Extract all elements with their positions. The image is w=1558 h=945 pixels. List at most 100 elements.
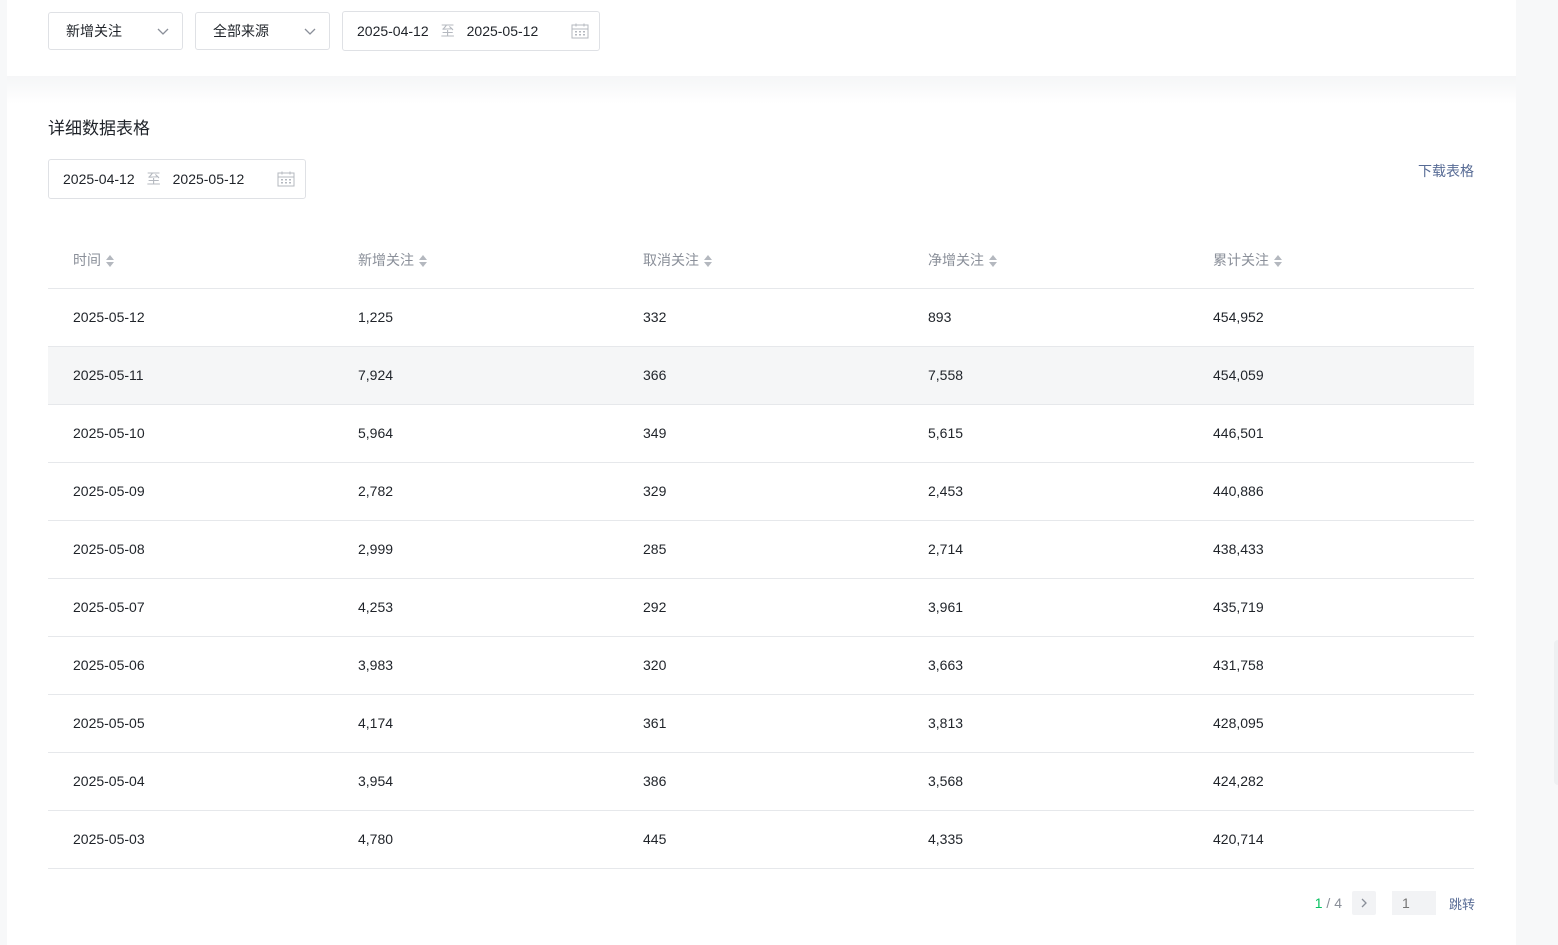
table-cell: 2,782 [333, 462, 618, 521]
table-cell: 4,335 [903, 810, 1188, 869]
table-cell: 428,095 [1188, 694, 1474, 753]
source-select[interactable]: 全部来源 [195, 12, 330, 50]
table-cell: 2025-05-05 [48, 694, 333, 753]
table-cell: 4,780 [333, 810, 618, 869]
table-row: 2025-05-11 7,924 366 7,558 454,059 [48, 346, 1474, 405]
table-cell: 5,615 [903, 404, 1188, 463]
sort-icon [106, 255, 114, 268]
column-header-label: 累计关注 [1213, 251, 1269, 268]
table-cell: 1,225 [333, 288, 618, 347]
table-cell: 420,714 [1188, 810, 1474, 869]
column-header-total-follows[interactable]: 累计关注 [1188, 232, 1474, 289]
section-title: 详细数据表格 [48, 119, 150, 138]
column-header-label: 新增关注 [358, 251, 414, 268]
table-row: 2025-05-09 2,782 329 2,453 440,886 [48, 462, 1474, 521]
table-cell: 2,453 [903, 462, 1188, 521]
table-cell: 3,813 [903, 694, 1188, 753]
table-row: 2025-05-07 4,253 292 3,961 435,719 [48, 578, 1474, 637]
table-cell: 2025-05-06 [48, 636, 333, 695]
table-cell: 3,983 [333, 636, 618, 695]
table-cell: 2,714 [903, 520, 1188, 579]
table-row: 2025-05-06 3,983 320 3,663 431,758 [48, 636, 1474, 695]
table-cell: 2,999 [333, 520, 618, 579]
table-cell: 4,253 [333, 578, 618, 637]
table-cell: 3,568 [903, 752, 1188, 811]
table-cell: 454,059 [1188, 346, 1474, 405]
sort-icon [419, 255, 427, 268]
source-select-value: 全部来源 [213, 23, 269, 39]
download-table-link[interactable]: 下载表格 [1418, 161, 1474, 181]
sort-icon [1274, 255, 1282, 268]
page-separator: / [1322, 895, 1335, 911]
table-cell: 386 [618, 752, 903, 811]
jump-button[interactable]: 跳转 [1449, 894, 1475, 913]
date-start: 2025-04-12 [63, 171, 135, 187]
table-cell: 435,719 [1188, 578, 1474, 637]
table-header-row: 时间 新增关注 取消关注 净增关注 累计关注 [48, 232, 1474, 289]
table-cell: 445 [618, 810, 903, 869]
table-cell: 5,964 [333, 404, 618, 463]
table-cell: 2025-05-03 [48, 810, 333, 869]
table-cell: 329 [618, 462, 903, 521]
table-cell: 7,924 [333, 346, 618, 405]
table-cell: 446,501 [1188, 404, 1474, 463]
date-separator: 至 [146, 171, 161, 187]
metric-select-value: 新增关注 [66, 23, 122, 39]
table-cell: 361 [618, 694, 903, 753]
column-header-label: 取消关注 [643, 251, 699, 268]
table-cell: 2025-05-09 [48, 462, 333, 521]
chevron-down-icon [157, 28, 169, 35]
table-row: 2025-05-04 3,954 386 3,568 424,282 [48, 752, 1474, 811]
table-cell: 7,558 [903, 346, 1188, 405]
table-cell: 285 [618, 520, 903, 579]
table-row: 2025-05-03 4,780 445 4,335 420,714 [48, 810, 1474, 869]
scroll-edge-tab [1554, 640, 1558, 785]
table-row: 2025-05-08 2,999 285 2,714 438,433 [48, 520, 1474, 579]
table-date-range-picker[interactable]: 2025-04-12 至 2025-05-12 [48, 159, 306, 199]
current-page: 1 [1314, 895, 1323, 911]
table-cell: 424,282 [1188, 752, 1474, 811]
date-start: 2025-04-12 [357, 23, 429, 39]
column-header-unfollows[interactable]: 取消关注 [618, 232, 903, 289]
sort-icon [704, 255, 712, 268]
table-cell: 332 [618, 288, 903, 347]
chevron-down-icon [304, 28, 316, 35]
date-end: 2025-05-12 [466, 23, 539, 39]
table-cell: 438,433 [1188, 520, 1474, 579]
table-cell: 2025-05-11 [48, 346, 333, 405]
column-header-new-follows[interactable]: 新增关注 [333, 232, 618, 289]
pagination: 1 / 4 跳转 [1315, 891, 1475, 915]
section-divider [7, 76, 1516, 104]
filter-bar: 新增关注 全部来源 2025-04-12 至 2025-05-12 [7, 0, 1516, 76]
total-pages: 4 [1334, 895, 1342, 911]
table-cell: 2025-05-04 [48, 752, 333, 811]
page-number-input[interactable] [1391, 891, 1436, 915]
table-cell: 3,954 [333, 752, 618, 811]
table-cell: 431,758 [1188, 636, 1474, 695]
date-separator: 至 [440, 23, 455, 39]
detail-data-table: 时间 新增关注 取消关注 净增关注 累计关注 2025-05-12 1,225 33… [48, 232, 1474, 869]
sort-icon [989, 255, 997, 268]
table-row: 2025-05-12 1,225 332 893 454,952 [48, 288, 1474, 347]
column-header-time[interactable]: 时间 [48, 232, 333, 289]
table-cell: 3,961 [903, 578, 1188, 637]
table-cell: 893 [903, 288, 1188, 347]
table-row: 2025-05-10 5,964 349 5,615 446,501 [48, 404, 1474, 463]
column-header-label: 时间 [73, 251, 101, 268]
table-cell: 366 [618, 346, 903, 405]
table-row: 2025-05-05 4,174 361 3,813 428,095 [48, 694, 1474, 753]
table-cell: 2025-05-08 [48, 520, 333, 579]
table-cell: 292 [618, 578, 903, 637]
table-cell: 3,663 [903, 636, 1188, 695]
metric-select[interactable]: 新增关注 [48, 12, 183, 50]
top-date-range-picker[interactable]: 2025-04-12 至 2025-05-12 [342, 11, 600, 51]
column-header-net-follows[interactable]: 净增关注 [903, 232, 1188, 289]
column-header-label: 净增关注 [928, 251, 984, 268]
chevron-right-icon [1361, 898, 1367, 908]
calendar-icon [277, 171, 295, 187]
table-cell: 2025-05-10 [48, 404, 333, 463]
calendar-icon [571, 23, 589, 39]
page: 新增关注 全部来源 2025-04-12 至 2025-05-12 详细数据表格… [7, 0, 1516, 945]
table-cell: 4,174 [333, 694, 618, 753]
next-page-button[interactable] [1351, 891, 1376, 915]
